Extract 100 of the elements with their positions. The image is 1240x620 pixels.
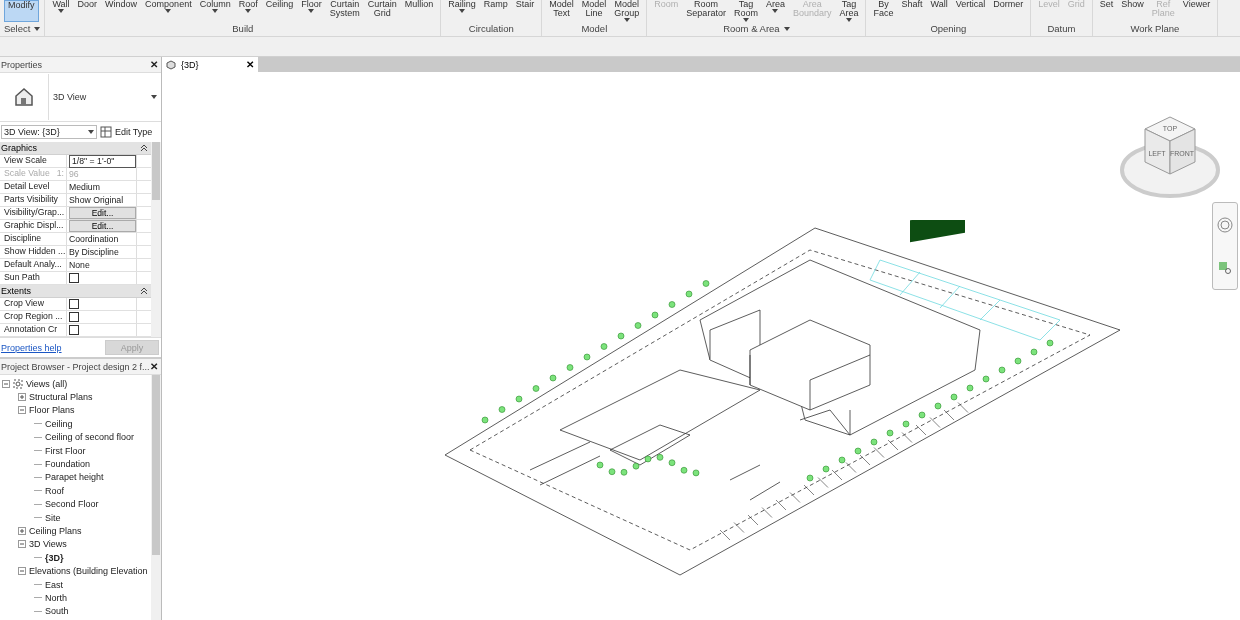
property-name: Crop Region ...: [4, 311, 63, 324]
ribbon-button[interactable]: Show: [1118, 0, 1147, 22]
house-icon: [13, 86, 35, 108]
ribbon-group-title: Datum: [1047, 22, 1076, 35]
ribbon-group-title: Circulation: [468, 22, 514, 35]
caret-icon[interactable]: [34, 26, 41, 31]
tree-item[interactable]: Roof: [45, 485, 64, 496]
section-header: Graphics: [1, 143, 37, 153]
ribbon-button[interactable]: Column: [196, 0, 234, 22]
close-icon[interactable]: ✕: [246, 59, 254, 70]
property-prefix: 1:: [56, 168, 64, 181]
instance-dropdown[interactable]: 3D View: {3D}: [1, 125, 97, 139]
ribbon-button[interactable]: Roof: [235, 0, 261, 22]
ribbon-button[interactable]: Curtain System: [326, 0, 363, 22]
caret-icon[interactable]: [151, 95, 157, 99]
ribbon-button[interactable]: Tag Area: [836, 0, 862, 22]
edit-button[interactable]: Edit...: [69, 207, 136, 220]
ribbon-button[interactable]: Model Text: [546, 0, 577, 22]
ribbon-button[interactable]: Model Line: [578, 0, 610, 22]
ribbon-button[interactable]: Floor: [298, 0, 325, 22]
ribbon-button[interactable]: Tag Room: [730, 0, 761, 22]
tree-item[interactable]: Site: [45, 512, 61, 523]
tree-item[interactable]: Views (all): [26, 378, 68, 389]
ribbon-button[interactable]: Model Group: [611, 0, 643, 22]
edit-type-button[interactable]: Edit Type: [100, 126, 153, 138]
ribbon-button[interactable]: Window: [102, 0, 141, 22]
property-value: 96: [69, 169, 79, 180]
checkbox[interactable]: [69, 299, 79, 310]
zoom-icon[interactable]: [1218, 261, 1232, 275]
ribbon-button[interactable]: Vertical: [952, 0, 989, 22]
property-name: Default Analy...: [4, 259, 62, 272]
tree-item[interactable]: Ceiling: [45, 418, 73, 429]
property-name: Graphic Displ...: [4, 220, 64, 233]
ribbon-button[interactable]: Area: [762, 0, 788, 22]
help-link[interactable]: Properties help: [1, 342, 62, 353]
input-field[interactable]: 1/8" = 1'-0": [69, 154, 136, 168]
ribbon-group-title: Work Plane: [1130, 22, 1180, 35]
scrollbar[interactable]: [151, 142, 161, 337]
ribbon-button[interactable]: By Face: [870, 0, 897, 22]
edit-button[interactable]: Edit...: [69, 220, 136, 233]
tree-item[interactable]: Structural Plans: [29, 392, 93, 403]
cube-icon: [166, 59, 176, 70]
ribbon-button[interactable]: Shaft: [898, 0, 926, 22]
tree-item[interactable]: Second Floor: [45, 499, 99, 510]
close-button[interactable]: ✕: [150, 361, 158, 372]
property-value: Medium: [69, 182, 100, 193]
tree-item[interactable]: Floor Plans: [29, 405, 75, 416]
type-properties-icon: [100, 126, 112, 138]
property-name: Annotation Cr: [4, 324, 58, 336]
tree-item[interactable]: South: [45, 606, 69, 617]
ribbon-button[interactable]: Modify: [4, 0, 39, 22]
ribbon-button[interactable]: Curtain Grid: [364, 0, 400, 22]
expand-icon[interactable]: [18, 527, 26, 535]
tree-item[interactable]: 3D Views: [29, 539, 67, 550]
ribbon-button[interactable]: Dormer: [990, 0, 1027, 22]
tree-item[interactable]: North: [45, 592, 67, 603]
view-tab[interactable]: {3D} ✕: [162, 57, 258, 72]
collapse-icon[interactable]: [141, 145, 147, 151]
scrollbar[interactable]: [151, 375, 161, 620]
section-header: Extents: [1, 286, 31, 297]
expand-icon[interactable]: [18, 393, 26, 402]
tree-item[interactable]: {3D}: [45, 552, 64, 563]
collapse-icon[interactable]: [141, 288, 147, 295]
ribbon-button[interactable]: Wall: [927, 0, 951, 22]
property-value: None: [69, 260, 90, 271]
ribbon-button[interactable]: Railing: [445, 0, 479, 22]
property-value: Coordination: [69, 234, 119, 245]
ribbon-button[interactable]: Room Separator: [683, 0, 729, 22]
checkbox[interactable]: [69, 273, 79, 284]
view-cube-drawing[interactable]: [1120, 116, 1220, 198]
ribbon-group-title: Model: [581, 22, 608, 35]
tree-item[interactable]: East: [45, 579, 63, 590]
ribbon-button[interactable]: Ceiling: [262, 0, 297, 22]
tree-item[interactable]: Foundation: [45, 459, 91, 470]
close-button[interactable]: ✕: [150, 59, 158, 70]
tree-item[interactable]: Ceiling Plans: [29, 526, 82, 536]
tree-item[interactable]: First Floor: [45, 445, 86, 456]
ribbon-group-title: Room & Area: [723, 22, 780, 35]
ribbon-button[interactable]: Door: [74, 0, 101, 22]
tree-item[interactable]: Elevations (Building Elevation: [29, 566, 148, 577]
ribbon-group-title: Select: [4, 22, 31, 35]
ribbon-button[interactable]: Stair: [512, 0, 538, 22]
ribbon-button[interactable]: Ramp: [480, 0, 511, 22]
checkbox[interactable]: [69, 325, 79, 336]
property-value: By Discipline: [69, 247, 119, 258]
ribbon-button[interactable]: Viewer: [1179, 0, 1214, 22]
property-name: Visibility/Grap...: [4, 207, 65, 220]
property-name: View Scale: [4, 154, 47, 167]
ribbon-button[interactable]: Component: [142, 0, 195, 22]
type-name: 3D View: [52, 92, 88, 102]
property-name: Scale Value: [4, 168, 50, 181]
tree-item[interactable]: Parapet height: [45, 472, 104, 483]
checkbox[interactable]: [69, 312, 79, 323]
property-name: Sun Path: [4, 272, 40, 285]
ribbon-button[interactable]: Set: [1096, 0, 1117, 22]
tree-item[interactable]: Ceiling of second floor: [45, 432, 135, 443]
steering-wheel-icon[interactable]: [1217, 217, 1233, 233]
ribbon-button[interactable]: Mullion: [401, 0, 437, 22]
caret-icon[interactable]: [783, 26, 790, 31]
ribbon-button[interactable]: Wall: [49, 0, 73, 22]
